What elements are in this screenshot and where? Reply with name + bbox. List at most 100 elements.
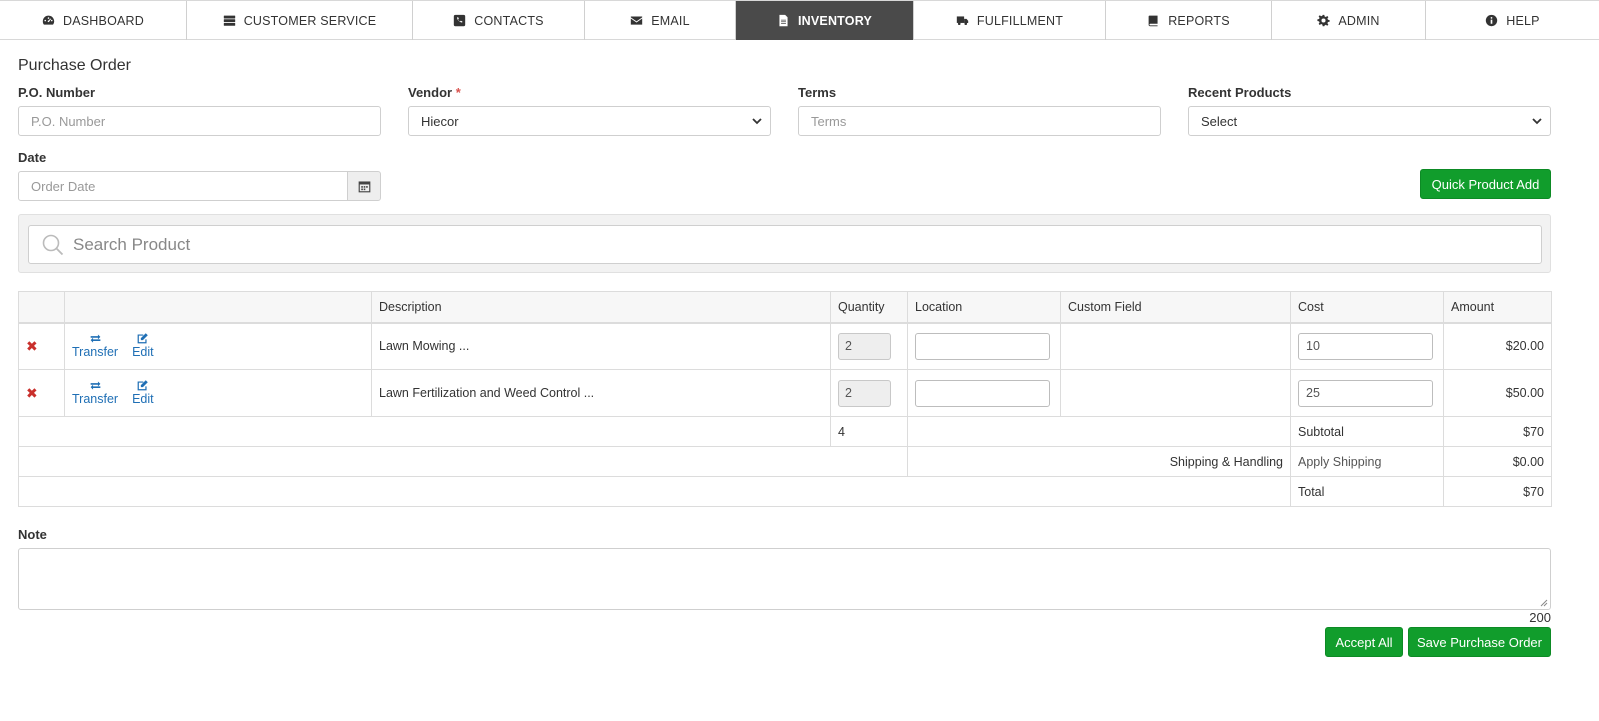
edit-link[interactable]: Edit: [132, 379, 154, 407]
nav-contacts[interactable]: CONTACTS: [413, 1, 585, 40]
column-header-location: Location: [907, 291, 1061, 324]
nav-label: INVENTORY: [797, 13, 873, 28]
vendor-select[interactable]: Hiecor: [408, 106, 771, 136]
envelope-icon: [631, 16, 643, 25]
empty-cell: [18, 476, 1291, 507]
terms-input[interactable]: Terms: [798, 106, 1161, 136]
column-header: [64, 291, 372, 324]
date-label: Date: [18, 150, 47, 165]
delete-icon[interactable]: ✖: [26, 338, 38, 354]
info-icon: [1486, 14, 1498, 27]
description-cell: Lawn Mowing ...: [371, 322, 831, 370]
required-mark: *: [455, 85, 461, 100]
column-header-cost: Cost: [1290, 291, 1444, 324]
vendor-label: Vendor *: [408, 85, 461, 100]
server-icon: [223, 15, 235, 26]
recent-products-select[interactable]: Select: [1188, 106, 1551, 136]
total-label: Total: [1290, 476, 1444, 507]
top-navigation: DASHBOARD CUSTOMER SERVICE CONTACTS EMAI…: [0, 0, 1599, 40]
nav-inventory[interactable]: INVENTORY: [736, 1, 914, 40]
nav-dashboard[interactable]: DASHBOARD: [0, 1, 187, 40]
edit-link[interactable]: Edit: [132, 332, 154, 360]
amount-cell: $20.00: [1443, 322, 1552, 370]
cost-input[interactable]: 10: [1298, 332, 1433, 360]
delete-cell: ✖: [18, 369, 65, 417]
total-row: Total $70: [18, 476, 1552, 507]
order-date-input[interactable]: Order Date: [18, 171, 348, 201]
delete-cell: ✖: [18, 322, 65, 370]
empty-cell: [18, 446, 908, 477]
truck-icon: [956, 16, 969, 26]
po-number-input[interactable]: P.O. Number: [18, 106, 381, 136]
po-number-label: P.O. Number: [18, 85, 96, 100]
recent-products-selected-value: Select: [1201, 113, 1238, 129]
table-header-row: Description Quantity Location Custom Fie…: [18, 291, 1552, 324]
accept-all-button[interactable]: Accept All: [1325, 627, 1403, 657]
search-panel: Search Product: [18, 214, 1551, 273]
column-header-quantity: Quantity: [830, 291, 908, 324]
search-icon: [42, 234, 64, 256]
calendar-button[interactable]: [347, 171, 381, 201]
table-row: ✖ Transfer Edit Lawn Fertilization and W…: [18, 369, 1552, 417]
resize-handle-icon[interactable]: [1540, 599, 1548, 607]
nav-reports[interactable]: REPORTS: [1106, 1, 1272, 40]
column-header-custom-field: Custom Field: [1060, 291, 1291, 324]
edit-label: Edit: [132, 345, 154, 360]
quantity-cell: 2: [830, 369, 908, 417]
nav-label: ADMIN: [1338, 13, 1380, 28]
shipping-label: Shipping & Handling: [907, 446, 1291, 477]
subtotal-label: Subtotal: [1290, 416, 1444, 447]
quantity-cell: 2: [830, 322, 908, 370]
products-table: Description Quantity Location Custom Fie…: [18, 291, 1552, 507]
transfer-link[interactable]: Transfer: [72, 379, 118, 407]
nav-help[interactable]: HELP: [1426, 1, 1599, 40]
quantity-input[interactable]: 2: [838, 379, 891, 407]
location-input[interactable]: [915, 332, 1050, 360]
location-input[interactable]: [915, 379, 1050, 407]
cost-input[interactable]: 25: [1298, 379, 1433, 407]
note-textarea[interactable]: [18, 548, 1551, 610]
empty-cell: [18, 416, 831, 447]
recent-products-label: Recent Products: [1188, 85, 1292, 100]
transfer-link[interactable]: Transfer: [72, 332, 118, 360]
note-label: Note: [18, 527, 47, 542]
note-char-count: 200: [1529, 610, 1551, 625]
chevron-down-icon: [752, 118, 762, 125]
nav-fulfillment[interactable]: FULFILLMENT: [914, 1, 1106, 40]
edit-label: Edit: [132, 392, 154, 406]
transfer-label: Transfer: [72, 392, 119, 406]
calendar-icon: [358, 180, 370, 192]
column-header: [18, 291, 65, 324]
apply-shipping-link[interactable]: Apply Shipping: [1290, 446, 1444, 477]
nav-label: DASHBOARD: [63, 13, 144, 28]
nav-label: EMAIL: [651, 13, 690, 28]
search-product-input[interactable]: Search Product: [28, 225, 1542, 264]
phone-icon: [454, 14, 466, 27]
edit-icon: [137, 380, 149, 391]
book-icon: [1148, 15, 1158, 27]
terms-label: Terms: [798, 85, 837, 100]
quick-product-add-button[interactable]: Quick Product Add: [1420, 169, 1551, 199]
nav-admin[interactable]: ADMIN: [1272, 1, 1426, 40]
total-value: $70: [1443, 476, 1552, 507]
quantity-input[interactable]: 2: [838, 332, 891, 360]
location-cell: [907, 322, 1061, 370]
file-icon: [779, 14, 788, 27]
custom-field-cell: [1060, 322, 1291, 370]
exchange-icon: [90, 334, 100, 343]
custom-field-cell: [1060, 369, 1291, 417]
save-purchase-order-button[interactable]: Save Purchase Order: [1408, 627, 1551, 657]
nav-email[interactable]: EMAIL: [585, 1, 736, 40]
nav-label: CUSTOMER SERVICE: [243, 13, 377, 28]
nav-customer-service[interactable]: CUSTOMER SERVICE: [187, 1, 413, 40]
exchange-icon: [90, 381, 100, 390]
shipping-value: $0.00: [1443, 446, 1552, 477]
gear-icon: [1317, 14, 1330, 27]
total-quantity: 4: [830, 416, 908, 447]
delete-icon[interactable]: ✖: [26, 385, 38, 401]
chevron-down-icon: [1532, 118, 1542, 125]
shipping-row: Shipping & Handling Apply Shipping $0.00: [18, 446, 1552, 477]
empty-cell: [907, 416, 1291, 447]
cost-cell: 10: [1290, 322, 1444, 370]
actions-cell: Transfer Edit: [64, 369, 372, 417]
